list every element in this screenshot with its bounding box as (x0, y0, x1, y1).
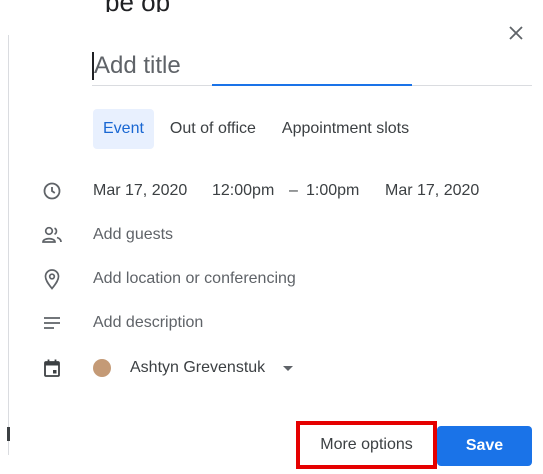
time-separator: – (289, 182, 298, 199)
more-options-button[interactable]: More options (296, 421, 437, 469)
left-edge-mark (7, 427, 10, 441)
location-pin-icon (40, 267, 64, 291)
partial-header-text: pe op (105, 0, 305, 12)
location-row: Add location or conferencing (0, 264, 543, 294)
calendar-icon (40, 356, 64, 380)
calendar-color-dot (93, 359, 111, 377)
description-row: Add description (0, 308, 543, 338)
guests-row: Add guests (0, 220, 543, 250)
title-input[interactable] (92, 48, 532, 84)
start-date[interactable]: Mar 17, 2020 (93, 182, 187, 200)
add-guests-field[interactable]: Add guests (93, 226, 173, 244)
save-button[interactable]: Save (437, 426, 532, 466)
dropdown-arrow-icon (283, 366, 293, 371)
tab-out-of-office[interactable]: Out of office (160, 109, 266, 149)
notes-icon (40, 311, 64, 335)
add-location-field[interactable]: Add location or conferencing (93, 270, 296, 288)
close-button[interactable] (505, 22, 527, 44)
tab-event[interactable]: Event (93, 109, 154, 149)
calendar-name: Ashtyn Grevenstuk (130, 359, 266, 376)
title-focus-underline (212, 84, 412, 86)
datetime-row: Mar 17, 2020 12:00pm – 1:00pm Mar 17, 20… (0, 176, 543, 206)
text-caret (92, 52, 94, 80)
people-icon (40, 223, 64, 247)
end-date[interactable]: Mar 17, 2020 (385, 182, 479, 200)
add-description-field[interactable]: Add description (93, 314, 203, 332)
end-time[interactable]: 1:00pm (306, 182, 359, 200)
calendar-row: Ashtyn Grevenstuk (0, 353, 543, 383)
event-type-tabs: Event Out of office Appointment slots (93, 109, 425, 149)
tab-appointment-slots[interactable]: Appointment slots (272, 109, 419, 149)
start-time[interactable]: 12:00pm (212, 182, 274, 200)
title-field (92, 48, 532, 86)
close-icon (509, 26, 523, 40)
clock-icon (40, 179, 64, 203)
